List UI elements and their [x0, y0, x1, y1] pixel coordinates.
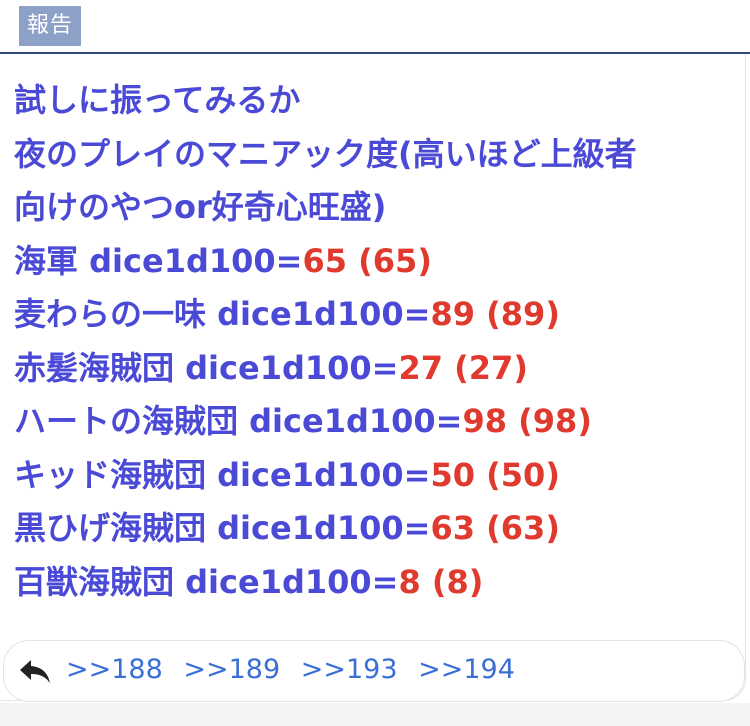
dice-roll-line: 百獣海賊団 dice1d100=8 (8)	[14, 556, 734, 610]
dice-roll-result: 27	[398, 348, 444, 387]
post-text-line: 向けのやつor好奇心旺盛)	[14, 188, 387, 226]
dice-roll-line: 海軍 dice1d100=65 (65)	[14, 235, 734, 289]
dice-roll-label: 麦わらの一味 dice1d100=	[14, 295, 431, 333]
dice-roll-result: 65	[302, 241, 348, 280]
reply-anchor-link[interactable]: >>194	[418, 654, 515, 685]
dice-roll-line: 黒ひげ海賊団 dice1d100=63 (63)	[14, 502, 734, 556]
dice-roll-label: 赤髪海賊団 dice1d100=	[14, 348, 399, 387]
header-bar: 報告	[0, 0, 750, 54]
dice-roll-label: 海軍 dice1d100=	[14, 241, 303, 280]
dice-roll-result: 50	[430, 455, 476, 494]
bottom-strip	[0, 703, 750, 726]
report-button[interactable]: 報告	[19, 6, 81, 46]
post-body: 試しに振ってみるか 夜のプレイのマニアック度(高いほど上級者 向けのやつor好奇…	[14, 74, 734, 609]
dice-roll-result: 98	[462, 402, 508, 440]
reply-bar: >>188 >>189 >>193 >>194	[3, 640, 745, 702]
dice-roll-line: キッド海賊団 dice1d100=50 (50)	[14, 449, 734, 503]
dice-roll-result: 89	[430, 295, 476, 333]
dice-roll-label: キッド海賊団 dice1d100=	[14, 455, 431, 494]
dice-roll-label: 黒ひげ海賊団 dice1d100=	[14, 509, 431, 547]
dice-roll-detail: (63)	[475, 509, 560, 547]
dice-roll-line: 赤髪海賊団 dice1d100=27 (27)	[14, 342, 734, 396]
dice-roll-detail: (89)	[475, 295, 560, 333]
dice-roll-line: 麦わらの一味 dice1d100=89 (89)	[14, 288, 734, 342]
dice-roll-detail: (65)	[347, 241, 432, 280]
reply-anchor-link[interactable]: >>189	[183, 654, 280, 685]
reply-icon[interactable]	[18, 657, 52, 685]
post-text-line: 夜のプレイのマニアック度(高いほど上級者	[14, 134, 637, 173]
dice-roll-result: 63	[430, 509, 476, 547]
dice-roll-result: 8	[398, 562, 421, 601]
dice-roll-detail: (50)	[475, 455, 560, 494]
reply-anchor-list: >>188 >>189 >>193 >>194	[66, 652, 527, 688]
dice-roll-label: 百獣海賊団 dice1d100=	[14, 562, 399, 601]
dice-roll-label: ハートの海賊団 dice1d100=	[14, 402, 463, 440]
dice-roll-line: ハートの海賊団 dice1d100=98 (98)	[14, 395, 734, 449]
reply-anchor-link[interactable]: >>188	[66, 654, 163, 685]
dice-roll-detail: (98)	[507, 402, 592, 440]
reply-anchor-link[interactable]: >>193	[301, 654, 398, 685]
dice-roll-detail: (27)	[443, 348, 528, 387]
dice-roll-detail: (8)	[420, 562, 484, 601]
post-text-line: 試しに振ってみるか	[14, 81, 301, 119]
